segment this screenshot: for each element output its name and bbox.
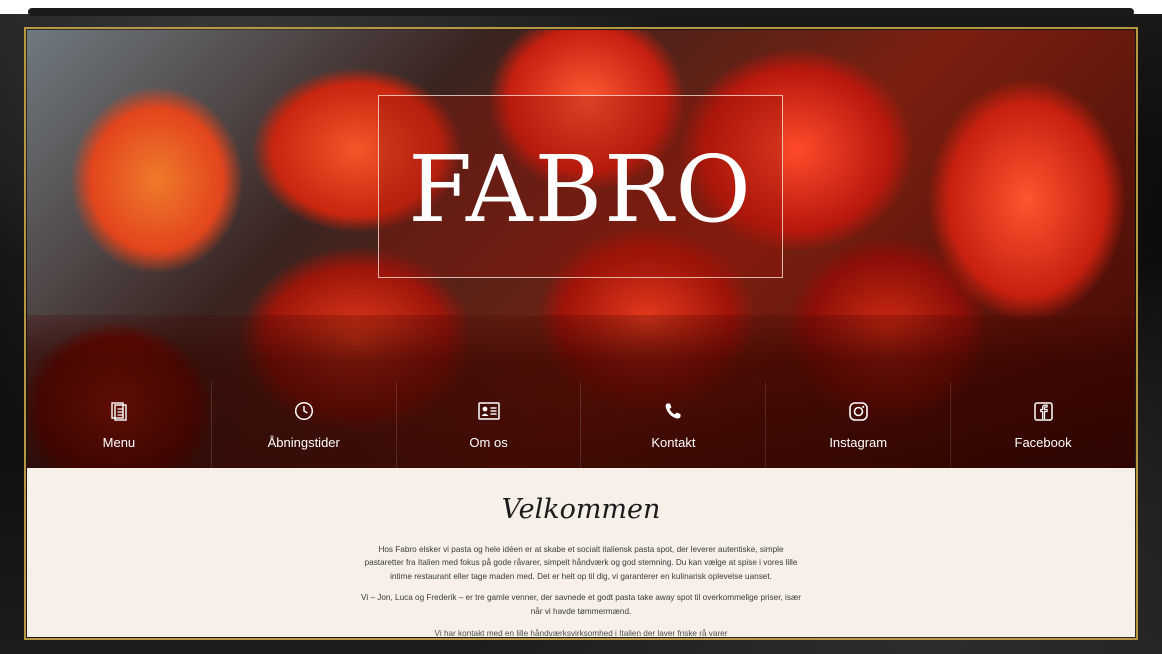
main-navigation: Menu Åbningstider Om os Kontakt Instagra… xyxy=(27,382,1135,468)
nav-label: Menu xyxy=(102,435,136,450)
brand-logo-text: FABRO xyxy=(408,135,753,243)
nav-label: Instagram xyxy=(829,435,888,450)
hero-tomato-image: FABRO Menu Åbningstider Om os Kontakt In… xyxy=(27,30,1135,468)
nav-label: Kontakt xyxy=(651,435,696,450)
frame-top-edge xyxy=(0,0,1162,16)
nav-item-opening-hours[interactable]: Åbningstider xyxy=(212,382,397,468)
nav-item-instagram[interactable]: Instagram xyxy=(766,382,952,468)
website-screen: FABRO Menu Åbningstider Om os Kontakt In… xyxy=(27,30,1135,637)
contact-card-icon xyxy=(477,400,500,422)
welcome-paragraph: Hos Fabro elsker vi pasta og hele idéen … xyxy=(364,545,798,581)
welcome-section: Velkommen Hos Fabro elsker vi pasta og h… xyxy=(27,468,1135,637)
clock-icon xyxy=(293,400,315,422)
nav-label: Om os xyxy=(469,435,508,450)
welcome-paragraph: Vi – Jon, Luca og Frederik – er tre gaml… xyxy=(361,593,801,616)
instagram-icon xyxy=(847,400,869,422)
nav-item-about[interactable]: Om os xyxy=(397,382,582,468)
facebook-icon xyxy=(1032,400,1054,422)
welcome-heading: Velkommen xyxy=(501,494,661,525)
nav-item-contact[interactable]: Kontakt xyxy=(581,382,767,468)
phone-icon xyxy=(662,400,684,422)
menu-document-icon xyxy=(108,400,130,422)
welcome-paragraph: Vi har kontakt med en lille håndværksvir… xyxy=(434,629,728,637)
nav-label: Facebook xyxy=(1014,435,1072,450)
nav-item-facebook[interactable]: Facebook xyxy=(951,382,1135,468)
brand-logo-box[interactable]: FABRO xyxy=(378,95,783,278)
nav-label: Åbningstider xyxy=(267,435,340,450)
nav-item-menu[interactable]: Menu xyxy=(27,382,212,468)
device-frame: FABRO Menu Åbningstider Om os Kontakt In… xyxy=(0,0,1162,654)
